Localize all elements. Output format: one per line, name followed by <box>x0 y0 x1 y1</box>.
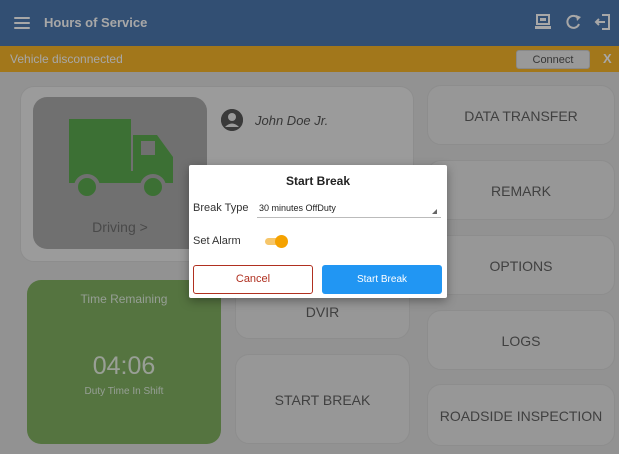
set-alarm-toggle[interactable] <box>265 235 289 248</box>
break-type-select[interactable]: 30 minutes OffDuty <box>257 202 441 218</box>
set-alarm-label: Set Alarm <box>193 235 241 247</box>
cancel-button[interactable]: Cancel <box>193 265 313 294</box>
dialog-title: Start Break <box>285 174 351 188</box>
break-type-label: Break Type <box>193 202 249 214</box>
confirm-start-break-button[interactable]: Start Break <box>322 265 442 294</box>
app-screen: Hours of Service Vehicle disconnected Co… <box>0 0 619 454</box>
start-break-dialog: Start Break Break Type 30 minutes OffDut… <box>189 165 447 298</box>
dropdown-arrow-icon <box>432 209 437 214</box>
break-type-value: 30 minutes OffDuty <box>259 203 336 213</box>
